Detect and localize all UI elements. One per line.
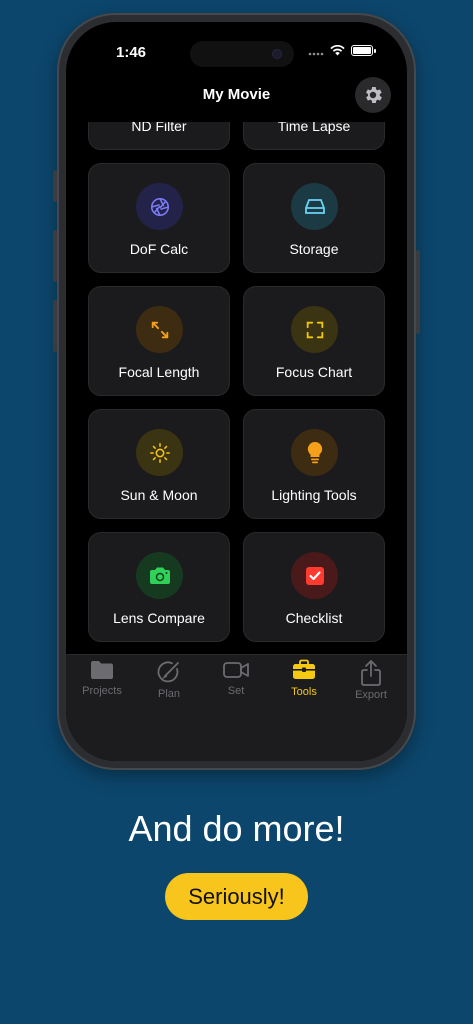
tab-plan[interactable]: Plan [135, 655, 203, 715]
tile-label: ND Filter [131, 122, 187, 134]
settings-button[interactable] [355, 77, 391, 113]
tab-label: Tools [291, 686, 317, 698]
front-camera [272, 49, 282, 59]
tile-lens-compare[interactable]: Lens Compare [88, 532, 230, 642]
tile-label: Time Lapse [277, 122, 351, 134]
tile-label: Storage [289, 241, 339, 257]
tab-label: Set [227, 685, 245, 697]
tile-nd-filter[interactable]: ND Filter [88, 122, 230, 150]
seriously-button[interactable]: Seriously! [165, 873, 308, 920]
tile-sun-moon[interactable]: Sun & Moon [88, 409, 230, 519]
tab-label: Plan [157, 688, 181, 700]
tab-set[interactable]: Set [202, 655, 270, 715]
tab-bar: Projects Plan Set Tools Export [66, 654, 407, 761]
storage-icon [291, 183, 338, 230]
tile-label: Lens Compare [113, 610, 205, 626]
tab-label: Projects [82, 685, 122, 697]
expand-arrows-icon [136, 306, 183, 353]
tile-time-lapse[interactable]: Time Lapse [243, 122, 385, 150]
tile-label: Checklist [285, 610, 343, 626]
tile-focus-chart[interactable]: Focus Chart [243, 286, 385, 396]
power-button [416, 250, 420, 334]
checkbox-icon [291, 552, 338, 599]
tools-grid: ND Filter Time Lapse DoF Calc Storage Fo… [66, 122, 407, 655]
wifi-icon [330, 45, 345, 56]
lightbulb-icon [291, 429, 338, 476]
phone-screen: 1:46 My Movie ND Filter Time Lapse DoF C… [66, 22, 407, 761]
tile-label: Sun & Moon [120, 487, 198, 503]
battery-icon [351, 45, 376, 56]
gear-icon [366, 87, 382, 103]
tile-dof-calc[interactable]: DoF Calc [88, 163, 230, 273]
status-time: 1:46 [116, 44, 147, 61]
pencil-circle-icon [135, 659, 203, 685]
toolbox-icon [270, 659, 338, 681]
status-bar: 1:46 [66, 22, 407, 78]
tile-label: Focal Length [118, 364, 200, 380]
video-camera-icon [202, 659, 270, 681]
tile-lighting-tools[interactable]: Lighting Tools [243, 409, 385, 519]
volume-up-button [53, 230, 57, 282]
sun-icon [136, 429, 183, 476]
volume-down-button [53, 300, 57, 352]
camera-icon [136, 552, 183, 599]
tile-checklist[interactable]: Checklist [243, 532, 385, 642]
tile-focal-length[interactable]: Focal Length [88, 286, 230, 396]
tab-projects[interactable]: Projects [68, 655, 136, 715]
tile-storage[interactable]: Storage [243, 163, 385, 273]
tile-label: Lighting Tools [271, 487, 357, 503]
promo-headline: And do more! [128, 808, 345, 849]
tab-label: Export [355, 689, 387, 701]
focus-frame-icon [291, 306, 338, 353]
action-button [53, 170, 57, 202]
cellular-signal-icon [308, 52, 324, 56]
tile-label: Focus Chart [275, 364, 353, 380]
tab-tools[interactable]: Tools [270, 655, 338, 715]
share-icon [337, 659, 405, 687]
aperture-icon [136, 183, 183, 230]
tile-label: DoF Calc [129, 241, 189, 257]
status-icons [308, 45, 376, 56]
tab-export[interactable]: Export [337, 655, 405, 715]
folder-icon [68, 659, 136, 681]
